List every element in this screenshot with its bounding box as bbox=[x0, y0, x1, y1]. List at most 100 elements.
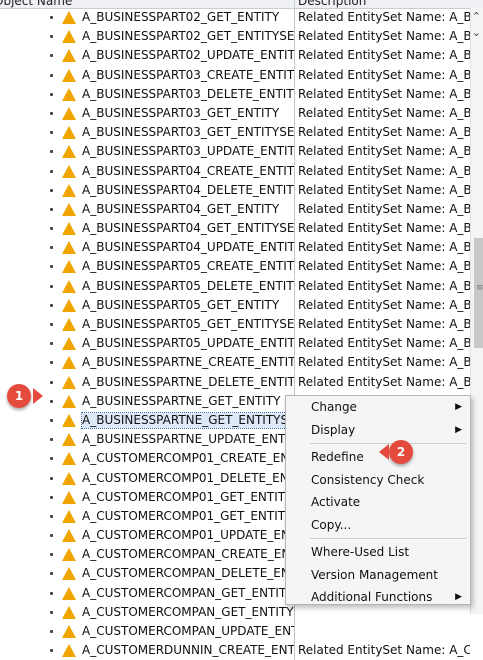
tree-dot-icon bbox=[50, 92, 53, 96]
object-name[interactable]: A_CUSTOMERCOMP01_DELETE_ENTITY bbox=[82, 471, 294, 486]
menu-item-copy-label: Copy... bbox=[311, 517, 352, 532]
table-row[interactable]: A_BUSINESSPART04_GET_ENTITYSET Related En… bbox=[0, 219, 470, 239]
table-row[interactable]: A_BUSINESSPART03_CREATE_ENTITY Related En… bbox=[0, 65, 470, 85]
table-row[interactable]: A_BUSINESSPART05_GET_ENTITYSET Related En… bbox=[0, 315, 470, 334]
object-description: Related EntitySet Name: A_Busi bbox=[294, 27, 470, 47]
menu-item-display-label: Display bbox=[311, 422, 356, 437]
object-name[interactable]: A_BUSINESSPART02_GET_ENTITY bbox=[82, 10, 294, 25]
object-name[interactable]: A_BUSINESSPART03_GET_ENTITY bbox=[82, 106, 294, 121]
table-row[interactable]: A_BUSINESSPART05_CREATE_ENTITY Related En… bbox=[0, 257, 470, 277]
object-name[interactable]: A_BUSINESSPARTNE_GET_ENTITYSET bbox=[81, 411, 295, 429]
menu-item-change[interactable]: Change ▶ bbox=[286, 396, 470, 419]
warning-triangle-icon bbox=[62, 106, 76, 120]
table-row[interactable]: A_BUSINESSPART04_UPDATE_ENTITY Related En… bbox=[0, 238, 470, 258]
object-name[interactable]: A_BUSINESSPART04_GET_ENTITY bbox=[82, 202, 294, 217]
object-description: Related EntitySet Name: A_Busi bbox=[294, 123, 470, 143]
object-name[interactable]: A_CUSTOMERCOMPAN_UPDATE_ENTITY bbox=[82, 624, 294, 639]
object-name[interactable]: A_CUSTOMERCOMPAN_GET_ENTITY bbox=[82, 586, 294, 601]
warning-triangle-icon bbox=[62, 202, 76, 216]
warning-triangle-icon bbox=[62, 625, 76, 638]
object-name[interactable]: A_BUSINESSPART05_GET_ENTITYSET bbox=[82, 317, 294, 332]
scroll-down-icon[interactable]: ⌄ bbox=[470, 26, 483, 39]
object-name[interactable]: A_CUSTOMERCOMPAN_CREATE_ENTITY bbox=[82, 547, 294, 562]
menu-item-display[interactable]: Display ▶ bbox=[286, 419, 470, 442]
object-description: Related EntitySet Name: A_Busi bbox=[294, 8, 470, 27]
table-row[interactable]: A_BUSINESSPART03_UPDATE_ENTITY Related En… bbox=[0, 142, 470, 162]
object-name[interactable]: A_BUSINESSPART03_GET_ENTITYSET bbox=[82, 125, 294, 140]
object-name[interactable]: A_BUSINESSPARTNE_UPDATE_ENTITY bbox=[82, 432, 294, 447]
menu-item-version-management[interactable]: Version Management bbox=[286, 564, 470, 587]
tree-dot-icon bbox=[50, 553, 53, 557]
table-row[interactable]: A_BUSINESSPARTNE_CREATE_ENTITY Related En… bbox=[0, 353, 470, 373]
scroll-up-icon[interactable]: ⌃ bbox=[470, 10, 483, 23]
warning-triangle-icon bbox=[62, 644, 76, 658]
table-row[interactable]: A_BUSINESSPART02_GET_ENTITY Related Entit… bbox=[0, 8, 470, 27]
header-description[interactable]: Description bbox=[298, 0, 366, 8]
table-row[interactable]: A_BUSINESSPART04_DELETE_ENTITY Related En… bbox=[0, 180, 470, 200]
menu-item-activate-label: Activate bbox=[311, 495, 361, 509]
scrollbar-thumb[interactable] bbox=[474, 238, 483, 348]
object-name[interactable]: A_BUSINESSPART05_DELETE_ENTITY bbox=[82, 279, 294, 294]
object-name[interactable]: A_CUSTOMERCOMPAN_DELETE_ENTITY bbox=[82, 566, 294, 581]
menu-item-copy[interactable]: Copy... bbox=[286, 514, 470, 537]
table-row[interactable]: A_BUSINESSPARTNE_DELETE_ENTITY Related En… bbox=[0, 372, 470, 392]
warning-triangle-icon bbox=[62, 183, 76, 197]
tree-dot-icon bbox=[50, 54, 53, 58]
table-row[interactable]: A_BUSINESSPART04_CREATE_ENTITY Related En… bbox=[0, 161, 470, 181]
table-row[interactable]: A_BUSINESSPART05_DELETE_ENTITY Related En… bbox=[0, 276, 470, 296]
warning-triangle-icon bbox=[62, 567, 76, 581]
object-name[interactable]: A_CUSTOMERCOMP01_UPDATE_ENTITY bbox=[82, 528, 294, 543]
tree-dot-icon bbox=[50, 169, 53, 173]
object-name[interactable]: A_BUSINESSPART05_UPDATE_ENTITY bbox=[82, 336, 294, 351]
table-row[interactable]: A_BUSINESSPART03_GET_ENTITYSET Related En… bbox=[0, 123, 470, 143]
table-row[interactable]: A_BUSINESSPART05_GET_ENTITY Related Entit… bbox=[0, 295, 470, 315]
tree-dot-icon bbox=[50, 150, 53, 154]
table-row[interactable]: A_BUSINESSPART04_GET_ENTITY Related Entit… bbox=[0, 199, 470, 219]
object-description: Related EntitySet Name: A_Busi bbox=[294, 65, 470, 85]
object-name[interactable]: A_CUSTOMERCOMP01_CREATE_ENTITY bbox=[82, 451, 294, 466]
object-name[interactable]: A_BUSINESSPART05_CREATE_ENTITY bbox=[82, 259, 294, 274]
submenu-arrow-icon: ▶ bbox=[455, 592, 462, 602]
header-object-name[interactable]: Object Name bbox=[0, 0, 72, 8]
table-row[interactable]: A_BUSINESSPART02_UPDATE_ENTITY Related En… bbox=[0, 46, 470, 66]
object-name[interactable]: A_BUSINESSPART04_GET_ENTITYSET bbox=[82, 221, 294, 236]
callout-arrow-2 bbox=[379, 444, 389, 460]
menu-item-additional-functions-label: Additional Functions bbox=[311, 590, 433, 604]
tree-dot-icon bbox=[50, 131, 53, 135]
table-row[interactable]: A_BUSINESSPART05_UPDATE_ENTITY Related En… bbox=[0, 334, 470, 354]
object-name[interactable]: A_BUSINESSPART05_GET_ENTITY bbox=[82, 298, 294, 313]
tree-dot-icon bbox=[50, 342, 53, 346]
header-separator[interactable] bbox=[294, 0, 295, 8]
table-row[interactable]: A_BUSINESSPART03_GET_ENTITY Related Entit… bbox=[0, 103, 470, 123]
object-name[interactable]: A_BUSINESSPART03_CREATE_ENTITY bbox=[82, 68, 294, 83]
object-name[interactable]: A_BUSINESSPARTNE_GET_ENTITY bbox=[82, 394, 294, 409]
object-name[interactable]: A_BUSINESSPARTNE_CREATE_ENTITY bbox=[82, 355, 294, 370]
menu-item-activate[interactable]: Activate bbox=[286, 491, 470, 514]
object-name[interactable]: A_BUSINESSPART04_CREATE_ENTITY bbox=[82, 164, 294, 179]
tree-dot-icon bbox=[50, 495, 53, 499]
object-name[interactable]: A_BUSINESSPART04_DELETE_ENTITY bbox=[82, 183, 294, 198]
object-name[interactable]: A_CUSTOMERDUNNIN_CREATE_ENTITY bbox=[82, 643, 294, 658]
object-description: Related EntitySet Name: A_Busi bbox=[294, 142, 470, 162]
object-name[interactable]: A_BUSINESSPART02_UPDATE_ENTITY bbox=[82, 48, 294, 63]
menu-item-consistency-check[interactable]: Consistency Check bbox=[286, 469, 470, 492]
menu-item-additional-functions[interactable]: Additional Functions ▶ bbox=[286, 586, 470, 609]
warning-triangle-icon bbox=[62, 356, 76, 370]
object-name[interactable]: A_BUSINESSPART03_UPDATE_ENTITY bbox=[82, 144, 294, 159]
menu-item-where-used[interactable]: Where-Used List bbox=[286, 541, 470, 564]
table-row[interactable]: A_BUSINESSPART03_DELETE_ENTITY Related En… bbox=[0, 84, 470, 104]
object-name[interactable]: A_CUSTOMERCOMP01_GET_ENTITY bbox=[82, 490, 294, 505]
menu-item-redefine[interactable]: Redefine bbox=[286, 446, 470, 469]
table-row[interactable]: A_CUSTOMERDUNNIN_CREATE_ENTITY Related En… bbox=[0, 641, 470, 660]
warning-triangle-icon bbox=[62, 375, 76, 389]
table-row[interactable]: A_CUSTOMERCOMPAN_UPDATE_ENTITY bbox=[0, 622, 470, 641]
object-name[interactable]: A_BUSINESSPART04_UPDATE_ENTITY bbox=[82, 240, 294, 255]
object-name[interactable]: A_BUSINESSPARTNE_DELETE_ENTITY bbox=[82, 375, 294, 390]
object-name[interactable]: A_CUSTOMERCOMPAN_GET_ENTITYSET bbox=[82, 605, 294, 620]
tree-dot-icon bbox=[50, 323, 53, 326]
object-name[interactable]: A_BUSINESSPART02_GET_ENTITYSET bbox=[82, 29, 294, 44]
object-name[interactable]: A_CUSTOMERCOMP01_GET_ENTITYSET bbox=[82, 509, 294, 524]
table-row[interactable]: A_BUSINESSPART02_GET_ENTITYSET Related En… bbox=[0, 27, 470, 47]
object-name[interactable]: A_BUSINESSPART03_DELETE_ENTITY bbox=[82, 87, 294, 102]
warning-triangle-icon bbox=[62, 260, 76, 274]
